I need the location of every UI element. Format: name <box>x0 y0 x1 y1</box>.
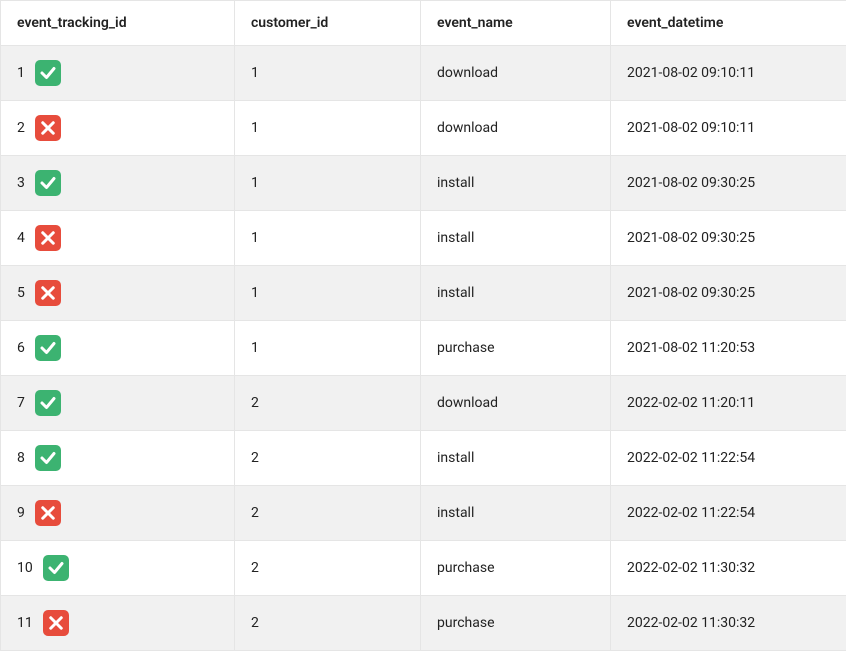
table-row: 4 1install2021-08-02 09:30:25 <box>1 211 846 266</box>
cell-event-tracking-id: 3 <box>1 156 235 211</box>
table-row: 8 2install2022-02-02 11:22:54 <box>1 431 846 486</box>
cell-event-datetime: 2021-08-02 09:30:25 <box>611 156 846 211</box>
cell-customer-id: 2 <box>235 431 421 486</box>
table-row: 10 2purchase2022-02-02 11:30:32 <box>1 541 846 596</box>
event-tracking-id-value: 7 <box>17 395 25 411</box>
event-tracking-id-value: 10 <box>17 560 33 576</box>
event-tracking-id-value: 3 <box>17 175 25 191</box>
cell-customer-id: 1 <box>235 321 421 376</box>
cell-event-datetime: 2021-08-02 09:10:11 <box>611 101 846 156</box>
cell-event-tracking-id: 10 <box>1 541 235 596</box>
table-row: 2 1download2021-08-02 09:10:11 <box>1 101 846 156</box>
cell-event-datetime: 2022-02-02 11:30:32 <box>611 596 846 651</box>
cell-event-tracking-id: 4 <box>1 211 235 266</box>
table-row: 11download2021-08-02 09:10:11 <box>1 46 846 101</box>
table-header-row: event_tracking_id customer_id event_name… <box>1 1 846 46</box>
cell-customer-id: 2 <box>235 596 421 651</box>
cell-event-datetime: 2022-02-02 11:30:32 <box>611 541 846 596</box>
table-row: 9 2install2022-02-02 11:22:54 <box>1 486 846 541</box>
cell-customer-id: 2 <box>235 486 421 541</box>
cell-event-tracking-id: 9 <box>1 486 235 541</box>
cell-customer-id: 1 <box>235 211 421 266</box>
cell-customer-id: 1 <box>235 266 421 321</box>
check-icon <box>35 445 61 471</box>
cell-event-name: install <box>421 486 611 541</box>
event-tracking-id-value: 6 <box>17 340 25 356</box>
cell-event-name: download <box>421 101 611 156</box>
cross-icon <box>35 500 61 526</box>
cross-icon <box>35 280 61 306</box>
events-table: event_tracking_id customer_id event_name… <box>0 0 846 651</box>
cell-event-datetime: 2021-08-02 11:20:53 <box>611 321 846 376</box>
cell-customer-id: 1 <box>235 101 421 156</box>
event-tracking-id-value: 1 <box>17 65 25 81</box>
cell-event-name: install <box>421 431 611 486</box>
cell-event-name: purchase <box>421 541 611 596</box>
cell-customer-id: 1 <box>235 156 421 211</box>
cell-customer-id: 2 <box>235 376 421 431</box>
cell-event-tracking-id: 1 <box>1 46 235 101</box>
cell-event-name: install <box>421 266 611 321</box>
event-tracking-id-value: 4 <box>17 230 25 246</box>
cell-event-datetime: 2021-08-02 09:30:25 <box>611 211 846 266</box>
cell-event-name: purchase <box>421 321 611 376</box>
cell-event-datetime: 2022-02-02 11:22:54 <box>611 431 846 486</box>
cross-icon <box>35 115 61 141</box>
cell-event-tracking-id: 11 <box>1 596 235 651</box>
event-tracking-id-value: 11 <box>17 615 33 631</box>
table-row: 11 2purchase2022-02-02 11:30:32 <box>1 596 846 651</box>
event-tracking-id-value: 5 <box>17 285 25 301</box>
cell-event-tracking-id: 2 <box>1 101 235 156</box>
table-row: 7 2download2022-02-02 11:20:11 <box>1 376 846 431</box>
cell-event-tracking-id: 5 <box>1 266 235 321</box>
col-header-event-datetime: event_datetime <box>611 1 846 46</box>
cell-event-name: purchase <box>421 596 611 651</box>
cell-event-tracking-id: 8 <box>1 431 235 486</box>
table-row: 6 1purchase2021-08-02 11:20:53 <box>1 321 846 376</box>
cell-event-name: download <box>421 376 611 431</box>
event-tracking-id-value: 9 <box>17 505 25 521</box>
event-tracking-id-value: 2 <box>17 120 25 136</box>
check-icon <box>35 170 61 196</box>
cell-event-datetime: 2022-02-02 11:20:11 <box>611 376 846 431</box>
cell-event-datetime: 2021-08-02 09:10:11 <box>611 46 846 101</box>
cell-customer-id: 2 <box>235 541 421 596</box>
cell-customer-id: 1 <box>235 46 421 101</box>
check-icon <box>35 60 61 86</box>
cell-event-tracking-id: 7 <box>1 376 235 431</box>
table-row: 3 1install2021-08-02 09:30:25 <box>1 156 846 211</box>
cell-event-name: install <box>421 156 611 211</box>
cross-icon <box>35 225 61 251</box>
col-header-customer-id: customer_id <box>235 1 421 46</box>
check-icon <box>35 390 61 416</box>
check-icon <box>35 335 61 361</box>
cross-icon <box>43 610 69 636</box>
event-tracking-id-value: 8 <box>17 450 25 466</box>
cell-event-datetime: 2022-02-02 11:22:54 <box>611 486 846 541</box>
table-row: 5 1install2021-08-02 09:30:25 <box>1 266 846 321</box>
col-header-event-tracking-id: event_tracking_id <box>1 1 235 46</box>
cell-event-datetime: 2021-08-02 09:30:25 <box>611 266 846 321</box>
cell-event-name: download <box>421 46 611 101</box>
col-header-event-name: event_name <box>421 1 611 46</box>
cell-event-name: install <box>421 211 611 266</box>
check-icon <box>43 555 69 581</box>
cell-event-tracking-id: 6 <box>1 321 235 376</box>
